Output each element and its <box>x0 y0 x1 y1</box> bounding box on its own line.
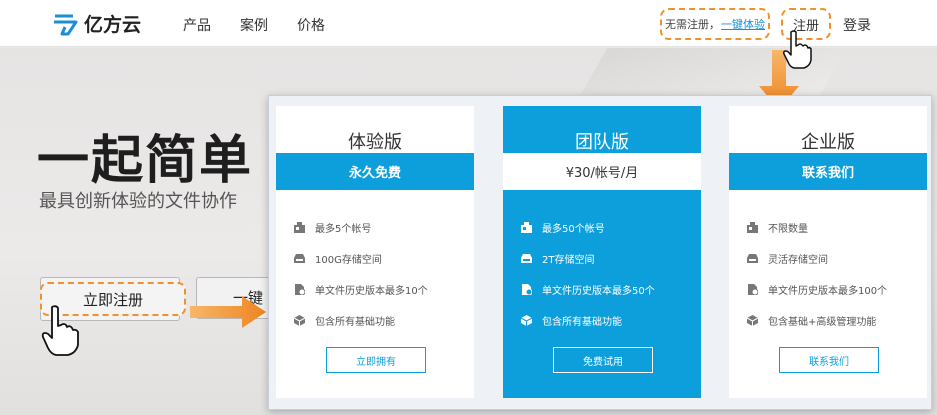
history-icon <box>747 284 759 296</box>
logo[interactable]: 亿方云 <box>52 10 141 37</box>
free-trial-button[interactable]: 免费试用 <box>553 347 653 373</box>
plan-feature-text: 包含所有基础功能 <box>542 317 622 328</box>
plan-feature-text: 2T存储空间 <box>542 255 595 266</box>
logo-text: 亿方云 <box>84 14 142 36</box>
plan-feature: 包含所有基础功能 <box>293 313 395 328</box>
logo-cloud-icon <box>52 12 78 36</box>
plan-feature-text: 单文件历史版本最多50个 <box>542 286 655 297</box>
plan-feature: 2T存储空间 <box>521 251 594 266</box>
pricing-panel: 体验版 永久免费 最多5个帐号 100G存储空间 单文件历史版本最多10个 包含… <box>268 95 932 410</box>
plan-name: 团队版 <box>575 132 629 153</box>
storage-icon <box>294 253 305 264</box>
storage-icon <box>521 253 532 264</box>
plan-feature: 包含基础+高级管理功能 <box>746 313 877 328</box>
plan-card-trial: 体验版 永久免费 最多5个帐号 100G存储空间 单文件历史版本最多10个 包含… <box>276 106 474 398</box>
hand-cursor-icon <box>783 30 812 69</box>
plan-feature-text: 不限数量 <box>768 224 808 235</box>
cube-icon <box>746 315 759 326</box>
plan-card-enterprise: 企业版 联系我们 不限数量 灵活存储空间 单文件历史版本最多100个 包含基础+… <box>729 106 927 398</box>
plan-price: ¥30/帐号/月 <box>503 153 701 190</box>
plan-name: 企业版 <box>801 132 855 153</box>
users-icon <box>294 222 305 233</box>
plan-feature: 单文件历史版本最多50个 <box>521 282 655 297</box>
plan-feature-text: 最多50个帐号 <box>542 224 605 235</box>
plan-feature: 最多50个帐号 <box>521 220 605 235</box>
plan-feature: 灵活存储空间 <box>747 251 828 266</box>
plan-feature-text: 100G存储空间 <box>315 255 382 266</box>
login-link[interactable]: 登录 <box>843 15 871 35</box>
plan-card-team: 团队版 ¥30/帐号/月 最多50个帐号 2T存储空间 单文件历史版本最多50个… <box>503 106 701 398</box>
plan-feature: 单文件历史版本最多10个 <box>294 282 428 297</box>
cube-icon <box>293 315 306 326</box>
hint-text: 无需注册， <box>665 18 720 31</box>
plan-price: 联系我们 <box>729 153 927 190</box>
nav-link-product[interactable]: 产品 <box>183 15 211 35</box>
hero-title: 一起简单 <box>37 131 254 191</box>
plan-name: 体验版 <box>348 132 402 153</box>
plan-feature-text: 包含所有基础功能 <box>315 317 395 328</box>
plan-feature: 100G存储空间 <box>294 251 382 266</box>
arrow-right-icon <box>190 296 266 328</box>
plan-feature: 单文件历史版本最多100个 <box>747 282 887 297</box>
history-icon <box>521 284 533 296</box>
nav-link-cases[interactable]: 案例 <box>240 15 268 35</box>
plan-feature-text: 单文件历史版本最多100个 <box>768 286 888 297</box>
plan-feature: 不限数量 <box>747 220 808 235</box>
history-icon <box>294 284 306 296</box>
cube-icon <box>520 315 533 326</box>
nav-link-pricing[interactable]: 价格 <box>297 15 325 35</box>
plan-price: 永久免费 <box>276 153 474 190</box>
plan-feature: 包含所有基础功能 <box>520 313 622 328</box>
no-register-hint: 无需注册， 一键体验 <box>660 8 770 40</box>
plan-feature: 最多5个帐号 <box>294 220 371 235</box>
plan-feature-text: 最多5个帐号 <box>315 224 372 235</box>
plan-feature-text: 包含基础+高级管理功能 <box>768 317 877 328</box>
one-click-trial-link[interactable]: 一键体验 <box>721 16 765 32</box>
get-now-button[interactable]: 立即拥有 <box>326 347 426 373</box>
users-icon <box>521 222 532 233</box>
plan-feature-text: 灵活存储空间 <box>768 255 828 266</box>
plan-feature-text: 单文件历史版本最多10个 <box>315 286 428 297</box>
hero-subtitle: 最具创新体验的文件协作 <box>39 191 237 212</box>
hand-cursor-icon <box>41 305 79 356</box>
storage-icon <box>747 253 758 264</box>
contact-us-button[interactable]: 联系我们 <box>779 347 879 373</box>
users-icon <box>747 222 758 233</box>
